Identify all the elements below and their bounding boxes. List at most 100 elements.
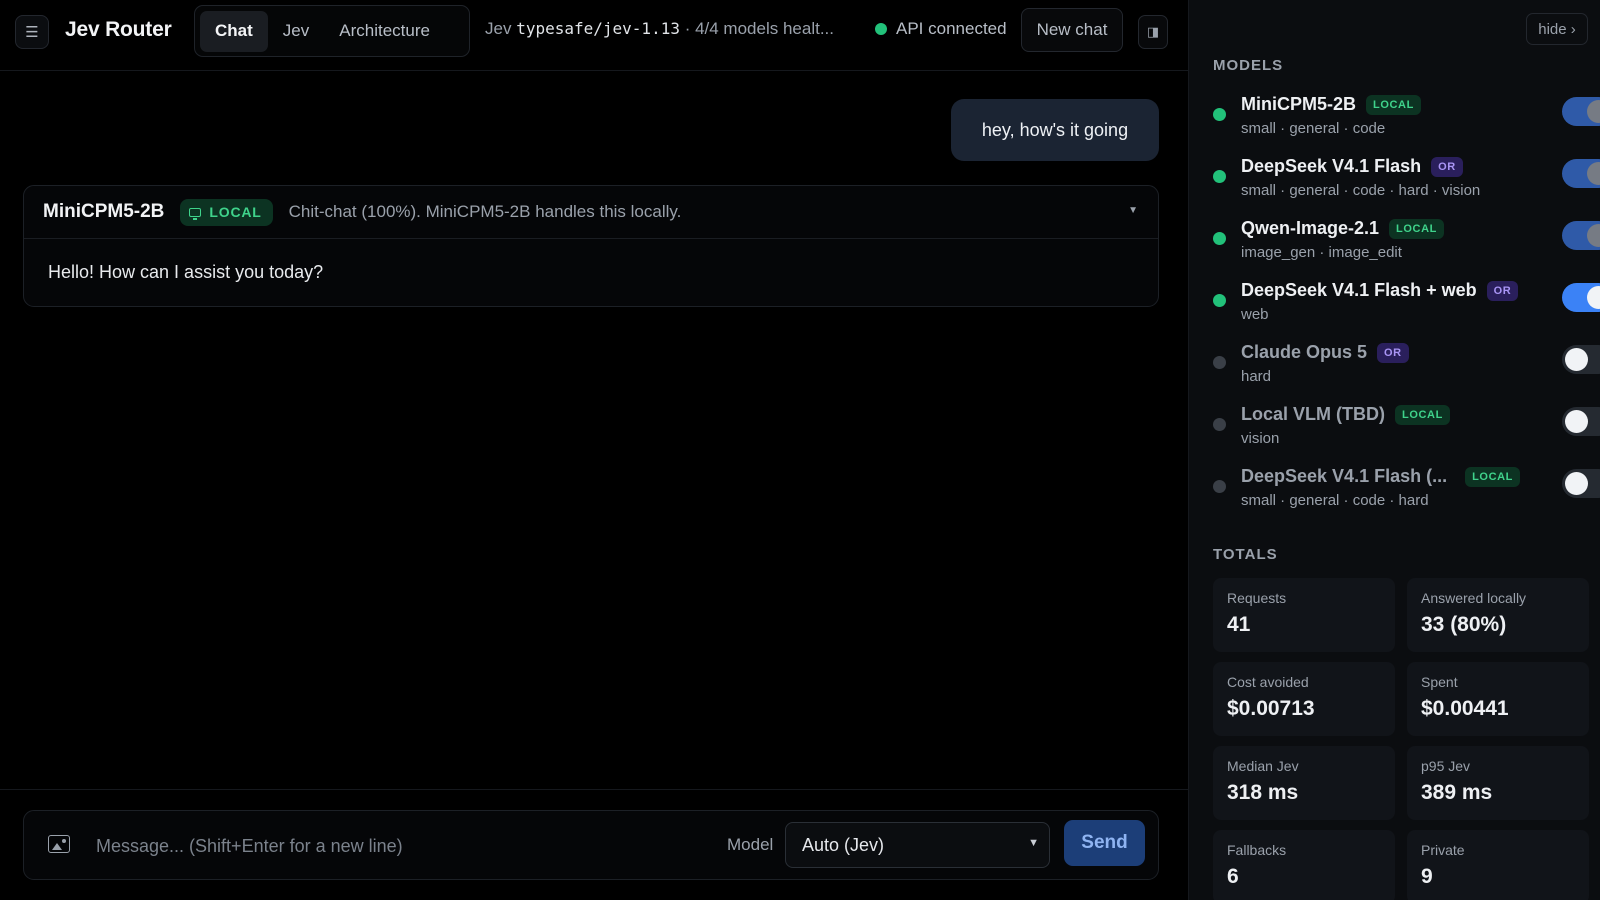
model-toggle[interactable] [1562, 159, 1600, 188]
model-toggle[interactable] [1562, 345, 1600, 374]
stat-card-fallbacks: Fallbacks 6 [1213, 830, 1395, 900]
model-toggle[interactable] [1562, 283, 1600, 312]
hide-sidebar-button[interactable]: hide › [1526, 13, 1588, 45]
models-section-title: MODELS [1213, 57, 1284, 74]
stat-label: Median Jev [1227, 758, 1299, 774]
model-name: MiniCPM5-2B [1241, 94, 1357, 114]
panel-toggle-button[interactable]: ◨ [1138, 15, 1168, 49]
main-area: ☰ Jev Router Chat Jev Architecture Jev t… [0, 0, 1188, 900]
toggle-knob [1565, 472, 1588, 495]
assistant-reply: MiniCPM5-2B LOCAL Chit-chat (100%). Mini… [23, 185, 1159, 307]
totals-grid: Requests 41 Answered locally 33 (80%) Co… [1213, 578, 1589, 900]
toggle-knob [1565, 348, 1588, 371]
model-tags: small · general · code · hard [1241, 492, 1429, 509]
stat-value: 33 (80%) [1421, 613, 1507, 636]
model-row-deepseek-v4-1-flash-local: DeepSeek V4.1 Flash (... LOCAL small · ge… [1213, 466, 1600, 524]
model-toggle[interactable] [1562, 469, 1600, 498]
menu-button[interactable]: ☰ [15, 15, 49, 49]
stat-card-private: Private 9 [1407, 830, 1589, 900]
user-message: hey, how's it going [951, 99, 1159, 161]
toggle-knob [1565, 410, 1588, 433]
model-name: Qwen-Image-2.1 [1241, 218, 1380, 238]
model-toggle[interactable] [1562, 407, 1600, 436]
stat-value: $0.00713 [1227, 697, 1315, 720]
health-dot-icon [1213, 480, 1226, 493]
model-row-claude-opus-5: Claude Opus 5 OR hard [1213, 342, 1600, 400]
local-badge: LOCAL [180, 198, 273, 226]
expand-caret-icon[interactable]: ▼ [1128, 205, 1138, 216]
reply-text: Hello! How can I assist you today? [48, 262, 324, 282]
model-badge: OR [1377, 342, 1409, 363]
stat-card-cost-avoided: Cost avoided $0.00713 [1213, 662, 1395, 736]
stat-card-answered-locally: Answered locally 33 (80%) [1407, 578, 1589, 652]
jev-prefix: Jev [485, 19, 512, 38]
message-input[interactable] [96, 828, 696, 864]
stat-value: $0.00441 [1421, 697, 1509, 720]
jev-version: typesafe/jev-1.13 [516, 19, 680, 38]
stat-value: 9 [1421, 865, 1433, 888]
stat-value: 389 ms [1421, 781, 1493, 804]
model-badge: LOCAL [1465, 466, 1520, 487]
totals-section-title: TOTALS [1213, 546, 1278, 563]
chevron-down-icon: ▼ [1028, 837, 1039, 849]
toggle-knob [1587, 100, 1600, 123]
status-dot-icon [875, 23, 887, 35]
reply-header[interactable]: MiniCPM5-2B LOCAL Chit-chat (100%). Mini… [24, 186, 1158, 239]
monitor-icon [189, 207, 202, 220]
toggle-knob [1587, 286, 1600, 309]
model-tags: image_gen · image_edit [1241, 244, 1402, 261]
health-dot-icon [1213, 232, 1226, 245]
stat-value: 318 ms [1227, 781, 1299, 804]
toggle-knob [1587, 162, 1600, 185]
composer: Model Auto (Jev) ▼ Send [23, 810, 1159, 880]
model-name: DeepSeek V4.1 Flash (... [1241, 466, 1448, 486]
composer-divider [0, 789, 1188, 790]
model-tags: vision [1241, 430, 1280, 447]
nav-tabs: Chat Jev Architecture [194, 5, 470, 57]
model-badge: LOCAL [1366, 94, 1421, 115]
model-toggle[interactable] [1562, 97, 1600, 126]
model-toggle[interactable] [1562, 221, 1600, 250]
local-badge-label: LOCAL [209, 204, 262, 220]
health-dot-icon [1213, 108, 1226, 121]
model-row-minicpm5-2b: MiniCPM5-2B LOCAL small · general · code [1213, 94, 1600, 152]
top-bar: ☰ Jev Router Chat Jev Architecture Jev t… [0, 0, 1188, 71]
jev-status: Jev typesafe/jev-1.13 · 4/4 models healt… [485, 19, 834, 39]
stat-label: Answered locally [1421, 590, 1527, 606]
model-tags: small · general · code [1241, 120, 1386, 137]
model-name: DeepSeek V4.1 Flash [1241, 156, 1422, 176]
tab-chat[interactable]: Chat [200, 10, 268, 52]
stat-card-median-jev: Median Jev 318 ms [1213, 746, 1395, 820]
health-dot-icon [1213, 170, 1226, 183]
stat-label: Fallbacks [1227, 842, 1287, 858]
tab-jev[interactable]: Jev [268, 11, 324, 52]
tab-architecture[interactable]: Architecture [324, 11, 445, 52]
model-label: Model [727, 835, 774, 854]
send-button[interactable]: Send [1064, 820, 1145, 866]
stat-card-requests: Requests 41 [1213, 578, 1395, 652]
model-name: Claude Opus 5 [1241, 342, 1368, 362]
model-badge: OR [1431, 156, 1463, 177]
stat-label: Cost avoided [1227, 674, 1309, 690]
model-tags: web [1241, 306, 1269, 323]
model-select[interactable]: Auto (Jev) ▼ [785, 822, 1050, 868]
stat-card-p95-jev: p95 Jev 389 ms [1407, 746, 1589, 820]
attach-image-icon[interactable] [48, 835, 70, 853]
api-status-label: API connected [896, 19, 1007, 38]
app-title: Jev Router [65, 18, 172, 41]
new-chat-button[interactable]: New chat [1021, 8, 1123, 52]
stat-label: Private [1421, 842, 1465, 858]
menu-icon: ☰ [25, 24, 39, 41]
model-select-value: Auto (Jev) [802, 834, 885, 855]
stat-label: Spent [1421, 674, 1458, 690]
stat-value: 41 [1227, 613, 1251, 636]
model-badge: LOCAL [1389, 218, 1444, 239]
stat-label: Requests [1227, 590, 1287, 606]
toggle-knob [1587, 224, 1600, 247]
model-row-local-vlm: Local VLM (TBD) LOCAL vision [1213, 404, 1600, 462]
stat-card-spent: Spent $0.00441 [1407, 662, 1589, 736]
model-tags: small · general · code · hard · vision [1241, 182, 1481, 199]
model-row-deepseek-v4-1-flash: DeepSeek V4.1 Flash OR small · general · … [1213, 156, 1600, 214]
api-status: API connected [875, 19, 1007, 39]
health-dot-icon [1213, 418, 1226, 431]
